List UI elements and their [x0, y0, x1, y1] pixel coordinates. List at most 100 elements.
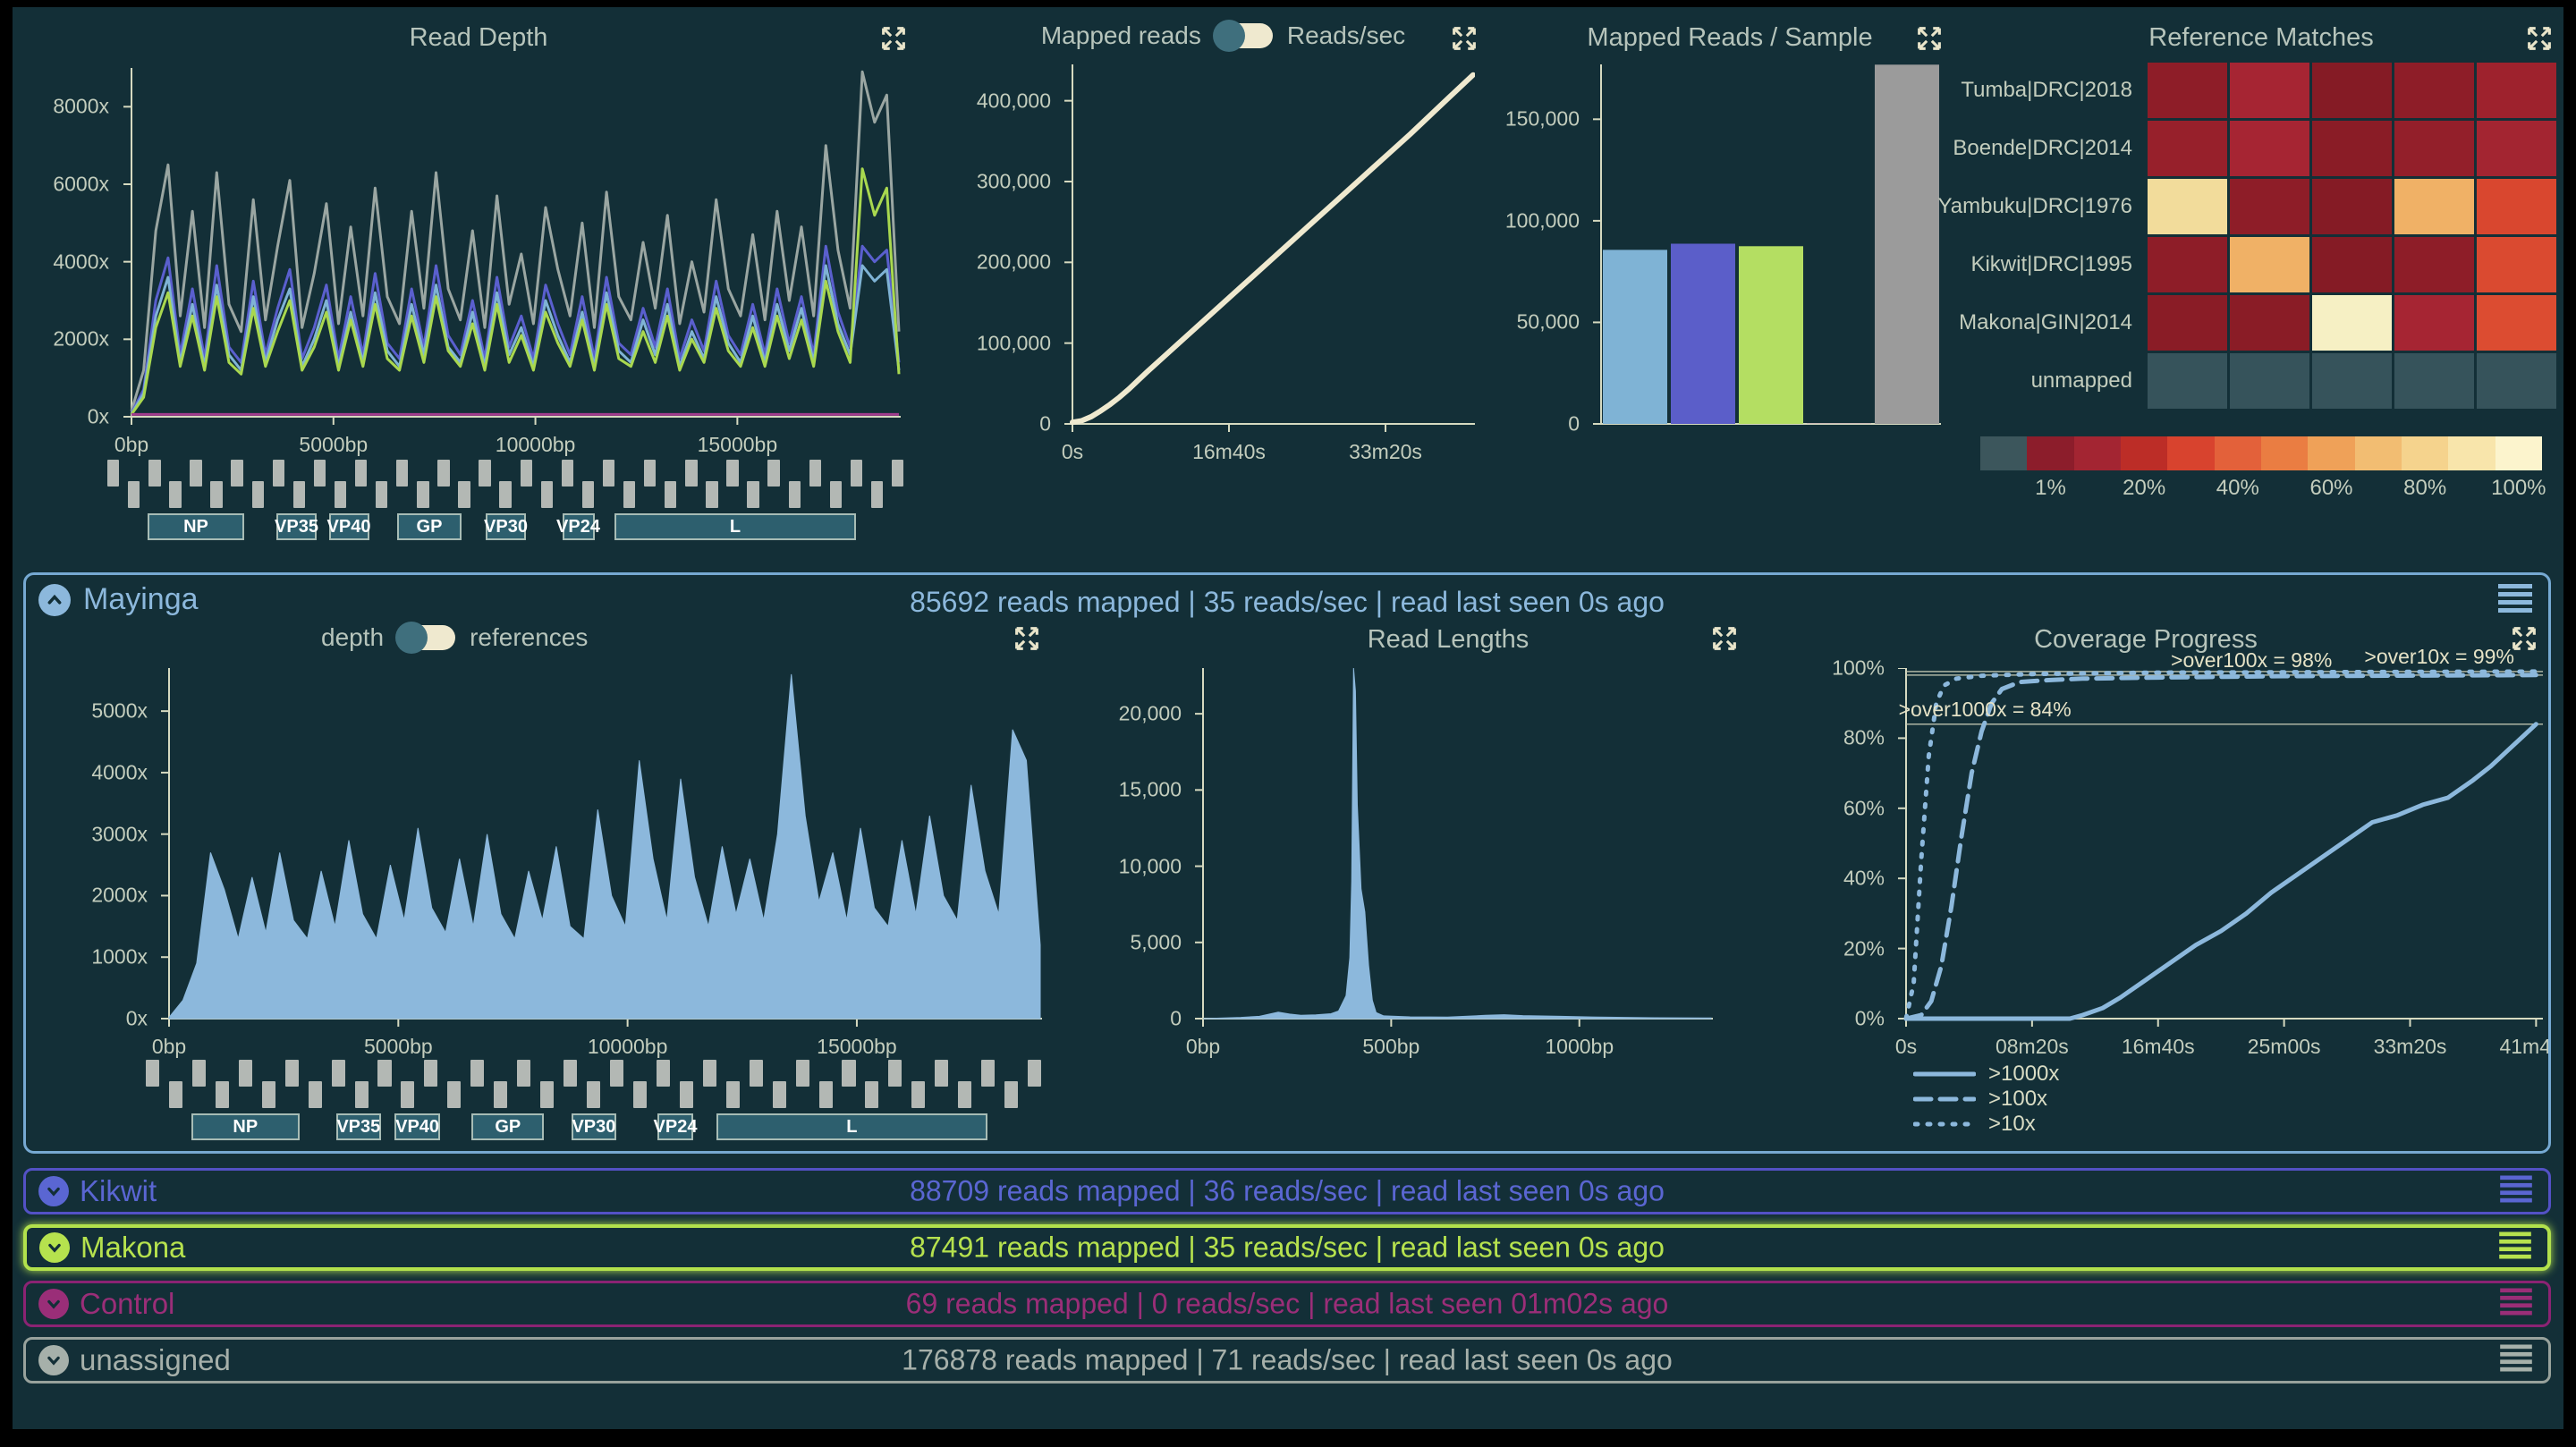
- y-tick-label: 5000x: [91, 699, 148, 724]
- amplicon-block: [610, 1060, 623, 1087]
- row-header[interactable]: Control: [38, 1287, 174, 1321]
- menu-icon[interactable]: [2498, 1289, 2534, 1320]
- amplicon-block: [424, 1060, 437, 1087]
- y-tick-label: 6000x: [53, 173, 109, 197]
- y-tick-label: 0: [1568, 412, 1580, 436]
- amplicon-block: [190, 460, 201, 487]
- expand-icon[interactable]: [1709, 623, 1740, 654]
- amplicon-track: [107, 460, 912, 508]
- sample-row-makona[interactable]: Makona 87491 reads mapped | 35 reads/sec…: [23, 1224, 2551, 1271]
- scale-swatch: [2308, 436, 2354, 470]
- x-tick-label: 5000bp: [364, 1035, 433, 1059]
- amplicon-block: [437, 460, 449, 487]
- chevron-up-icon[interactable]: [38, 584, 71, 616]
- legend-label: >10x: [1988, 1112, 2036, 1137]
- read-lengths-x-axis: 0bp500bp1000bp: [1192, 1033, 1713, 1056]
- depth-references-toggle[interactable]: [398, 625, 455, 650]
- panel-read-depth: Read Depth 8000x6000x4000x2000x0x 0bp500…: [36, 13, 921, 567]
- scale-swatch: [2215, 436, 2261, 470]
- gene-vp35: VP35: [336, 1113, 382, 1140]
- amplicon-block: [332, 1060, 345, 1087]
- x-tick-label: 0bp: [1186, 1035, 1220, 1059]
- gene-l: L: [614, 513, 856, 540]
- amplicon-block: [582, 481, 594, 508]
- reference-matches-heatmap: Tumba|DRC|2018Boende|DRC|2014Yambuku|DRC…: [1966, 63, 2556, 409]
- amplicon-block: [796, 1060, 809, 1087]
- y-tick-label: 400,000: [977, 89, 1051, 113]
- legend-item: >100x: [1913, 1087, 2059, 1112]
- chevron-down-icon[interactable]: [39, 1232, 70, 1263]
- scale-label: 60%: [2309, 476, 2352, 501]
- gene-map: NPVP35VP40GPVP30VP24L: [146, 1113, 1051, 1140]
- toggle-knob-icon: [1213, 20, 1245, 52]
- heatmap-cell: [2477, 121, 2556, 176]
- menu-icon[interactable]: [2498, 1176, 2534, 1207]
- row-header[interactable]: Makona: [39, 1231, 185, 1265]
- amplicon-block: [479, 460, 490, 487]
- expand-icon[interactable]: [1012, 623, 1042, 654]
- y-tick-label: 15,000: [1119, 778, 1182, 802]
- amplicon-block: [892, 460, 903, 487]
- x-tick-label: 33m20s: [2374, 1035, 2447, 1059]
- amplicon-block: [809, 460, 821, 487]
- sample-row-unassigned[interactable]: unassigned 176878 reads mapped | 71 read…: [23, 1337, 2551, 1384]
- mayinga-header[interactable]: Mayinga: [38, 582, 199, 617]
- y-tick-label: 100%: [1832, 656, 1885, 681]
- y-tick-label: 1000x: [91, 945, 148, 969]
- y-tick-label: 100,000: [1505, 208, 1580, 233]
- y-tick-label: 5,000: [1130, 930, 1182, 954]
- gene-vp30: VP30: [486, 513, 526, 540]
- heatmap-cell: [2312, 179, 2392, 234]
- row-header[interactable]: Kikwit: [38, 1174, 157, 1208]
- sample-row-control[interactable]: Control 69 reads mapped | 0 reads/sec | …: [23, 1281, 2551, 1327]
- y-tick-label: 60%: [1843, 796, 1885, 820]
- sample-row-kikwit[interactable]: Kikwit 88709 reads mapped | 36 reads/sec…: [23, 1168, 2551, 1214]
- expand-icon[interactable]: [878, 23, 909, 54]
- read-lengths-y-axis: 20,00015,00010,0005,0000: [1096, 668, 1191, 1029]
- heatmap-cell: [2394, 179, 2474, 234]
- x-tick-label: 10000bp: [588, 1035, 668, 1059]
- amplicon-block: [252, 481, 264, 508]
- sample-stats: 87491 reads mapped | 35 reads/sec | read…: [27, 1231, 2547, 1265]
- amplicon-block: [499, 481, 511, 508]
- menu-icon[interactable]: [2497, 1232, 2533, 1264]
- amplicon-block: [767, 460, 779, 487]
- chevron-down-icon[interactable]: [38, 1345, 69, 1375]
- amplicon-block: [865, 1081, 878, 1108]
- heatmap-cell: [2477, 295, 2556, 351]
- gene-l: L: [716, 1113, 988, 1140]
- expand-icon[interactable]: [2524, 23, 2555, 54]
- amplicon-block: [819, 1081, 833, 1108]
- y-tick-label: 0: [1039, 412, 1051, 436]
- expand-icon[interactable]: [1914, 23, 1945, 54]
- amplicon-block: [1004, 1081, 1018, 1108]
- chevron-down-icon[interactable]: [38, 1289, 69, 1319]
- menu-icon[interactable]: [2498, 1345, 2534, 1376]
- x-tick-label: 5000bp: [299, 433, 368, 457]
- gene-np: NP: [191, 1113, 300, 1140]
- amplicon-block: [285, 1060, 299, 1087]
- sample-stats: 69 reads mapped | 0 reads/sec | read las…: [26, 1288, 2548, 1321]
- reference-matches-title: Reference Matches: [1959, 23, 2563, 53]
- amplicon-block: [623, 481, 635, 508]
- y-tick-label: 150,000: [1505, 107, 1580, 131]
- y-tick-label: 10,000: [1119, 854, 1182, 878]
- read-depth-x-axis: 0bp5000bp10000bp15000bp: [121, 431, 901, 454]
- y-tick-label: 300,000: [977, 169, 1051, 193]
- row-header[interactable]: unassigned: [38, 1343, 231, 1377]
- chevron-down-icon[interactable]: [38, 1176, 69, 1206]
- reads-per-sec-label: Reads/sec: [1287, 21, 1405, 50]
- heatmap-cell: [2148, 295, 2227, 351]
- heatmap-cell: [2312, 353, 2392, 409]
- amplicon-block: [169, 481, 181, 508]
- amplicon-block: [750, 1060, 763, 1087]
- expand-icon[interactable]: [2509, 623, 2539, 654]
- heatmap-cell: [2312, 295, 2392, 351]
- expand-icon[interactable]: [1449, 23, 1479, 54]
- mapped-reads-toggle[interactable]: [1216, 23, 1273, 48]
- heatmap-cell: [2394, 295, 2474, 351]
- heatmap-cell: [2477, 237, 2556, 292]
- scale-swatch: [2402, 436, 2448, 470]
- scale-swatch: [2448, 436, 2495, 470]
- read-depth-plot: [121, 68, 901, 427]
